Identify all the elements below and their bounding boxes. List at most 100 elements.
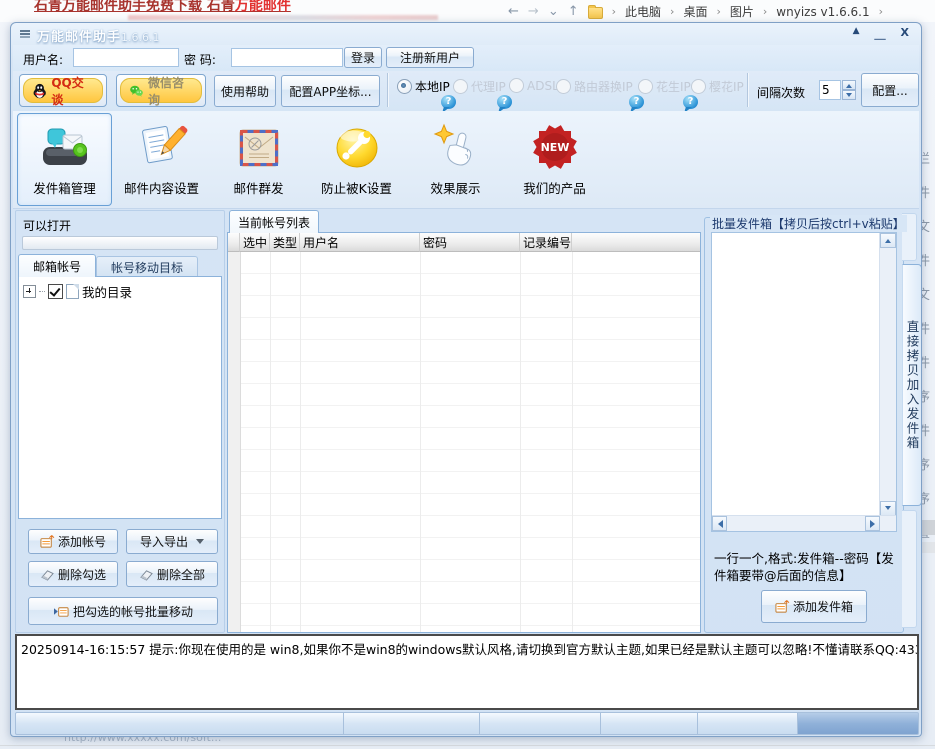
toolbar-item-effect-show[interactable]: 效果展示 — [408, 113, 503, 206]
help-button[interactable]: 使用帮助 — [214, 75, 276, 107]
radio-label: 花生IP — [656, 78, 691, 95]
tab-mailbox-accounts[interactable]: 邮箱帐号 — [18, 254, 96, 277]
status-log-box: 20250914-16:15:57 提示:你现在使用的是 win8,如果你不是w… — [15, 634, 919, 710]
scroll-down-icon[interactable] — [880, 501, 896, 516]
interval-input[interactable] — [819, 80, 841, 100]
column-header-password[interactable]: 密码 — [420, 233, 520, 252]
radio-icon — [397, 79, 412, 94]
batch-move-button[interactable]: 把勾选的帐号批量移动 — [28, 597, 218, 625]
radio-huasheng-ip[interactable]: 花生IP — [638, 78, 691, 95]
status-cell — [15, 712, 344, 735]
rollup-icon[interactable]: ▲ — [853, 26, 860, 42]
back-icon[interactable]: ← — [508, 4, 519, 19]
column-header-checked[interactable]: 选中 — [240, 233, 270, 252]
toolbar-item-mass-send[interactable]: 邮件群发 — [211, 113, 306, 206]
can-open-label: 可以打开 — [23, 217, 71, 234]
add-grid-icon — [775, 599, 790, 614]
scroll-right-icon[interactable] — [865, 516, 880, 531]
window-title: 万能邮件助手1.6.6.1 — [37, 26, 160, 45]
grid-line — [572, 252, 573, 632]
link-text-dark: 石青万能邮件助手免费下载 石青 — [34, 0, 235, 14]
minimize-icon[interactable]: ＿ — [875, 26, 886, 42]
crumb-separator: › — [879, 5, 883, 18]
wechat-button[interactable]: 微信咨询 — [116, 74, 206, 107]
radio-proxy-ip[interactable]: 代理IP — [453, 78, 506, 95]
toolbar-item-label: 邮件内容设置 — [124, 178, 199, 197]
qq-chat-label: QQ交谈 — [51, 74, 94, 108]
help-balloon-icon[interactable]: ? — [441, 95, 456, 109]
account-table[interactable]: 选中 类型 用户名 密码 记录编号 — [227, 232, 701, 633]
login-button[interactable]: 登录 — [344, 47, 382, 68]
vertical-scrollbar[interactable] — [879, 233, 896, 516]
column-header-filler — [572, 233, 700, 252]
delete-all-button[interactable]: 删除全部 — [126, 561, 218, 587]
tab-account-move-target[interactable]: 帐号移动目标 — [96, 256, 198, 277]
tab-current-account-list[interactable]: 当前帐号列表 — [229, 210, 319, 233]
radio-icon — [509, 78, 524, 93]
password-input[interactable] — [231, 48, 343, 67]
toolbar-item-mail-content[interactable]: 邮件内容设置 — [114, 113, 209, 206]
status-cell-active — [798, 712, 919, 735]
radio-router-ip[interactable]: 路由器换IP — [556, 78, 633, 95]
batch-outbox-textarea[interactable] — [711, 232, 897, 532]
username-input[interactable] — [73, 48, 179, 67]
app-coord-config-button[interactable]: 配置APP坐标... — [281, 75, 380, 107]
close-icon[interactable]: X — [901, 26, 909, 42]
breadcrumb-pictures[interactable]: 图片 — [730, 3, 754, 20]
toolbar-item-outbox-manage[interactable]: 发件箱管理 — [17, 113, 112, 206]
groupbox-title: 批量发件箱【拷贝后按ctrl+v粘贴】 — [710, 215, 907, 232]
up-icon[interactable]: ↑ — [568, 4, 579, 19]
import-export-button[interactable]: 导入导出 — [126, 529, 218, 554]
progress-bar — [22, 236, 218, 250]
breadcrumb-desktop[interactable]: 桌面 — [683, 3, 707, 20]
side-tab-direct-copy[interactable]: 直接拷贝加入发件箱 — [902, 264, 922, 506]
radio-icon — [556, 79, 571, 94]
register-button[interactable]: 注册新用户 — [386, 47, 474, 68]
help-balloon-icon[interactable]: ? — [683, 95, 698, 109]
forward-icon[interactable]: → — [528, 4, 539, 19]
config-button[interactable]: 配置... — [861, 73, 919, 107]
batch-outbox-panel: 批量发件箱【拷贝后按ctrl+v粘贴】 一行一个,格式:发件箱--密码【发件箱要… — [704, 210, 904, 633]
tree-expander-icon[interactable] — [23, 285, 36, 298]
help-balloon-icon[interactable]: ? — [629, 95, 644, 109]
background-page-link[interactable]: 石青万能邮件助手免费下载 石青万能邮件 — [34, 0, 291, 15]
breadcrumb-this-pc[interactable]: 此电脑 — [625, 3, 661, 20]
app-menu-icon[interactable] — [20, 30, 30, 32]
add-account-button[interactable]: 添加帐号 — [28, 529, 118, 554]
stepper-up-icon[interactable] — [842, 80, 856, 90]
add-grid-icon — [40, 534, 55, 549]
toolbar-item-label: 发件箱管理 — [33, 178, 96, 197]
background-blur-text — [128, 15, 438, 20]
title-bar[interactable]: 万能邮件助手1.6.6.1 ▲ ＿ X — [11, 23, 921, 45]
toolbar-item-our-products[interactable]: NEW 我们的产品 — [507, 113, 602, 206]
column-header-type[interactable]: 类型 — [270, 233, 300, 252]
table-body[interactable] — [228, 252, 700, 632]
grid-line — [270, 252, 271, 632]
add-outbox-button[interactable]: 添加发件箱 — [761, 590, 867, 623]
row-header-column — [228, 252, 241, 632]
column-header-record-id[interactable]: 记录编号 — [520, 233, 572, 252]
breadcrumb-folder[interactable]: wnyizs v1.6.6.1 — [776, 5, 869, 19]
stepper-down-icon[interactable] — [842, 90, 856, 100]
toolbar-item-anti-block[interactable]: 防止被K设置 — [309, 113, 404, 206]
tree-root-label[interactable]: 我的目录 — [82, 282, 132, 301]
qq-chat-button[interactable]: QQ交谈 — [19, 74, 107, 107]
radio-yinghua-ip[interactable]: 樱花IP — [691, 78, 744, 95]
help-balloon-icon[interactable]: ? — [497, 95, 512, 109]
radio-adsl[interactable]: ADSL — [509, 78, 559, 93]
tree-checkbox[interactable] — [48, 284, 63, 299]
scroll-left-icon[interactable] — [712, 516, 727, 531]
column-header-username[interactable]: 用户名 — [300, 233, 420, 252]
status-log-text[interactable]: 20250914-16:15:57 提示:你现在使用的是 win8,如果你不是w… — [21, 639, 913, 658]
history-dropdown-icon[interactable]: ⌄ — [548, 4, 559, 19]
username-label: 用户名: — [23, 51, 63, 68]
eraser-icon — [139, 568, 154, 581]
scroll-up-icon[interactable] — [880, 233, 896, 248]
account-tree[interactable]: 我的目录 — [18, 276, 222, 519]
wechat-pill: 微信咨询 — [120, 78, 202, 103]
tree-root-row[interactable]: 我的目录 — [19, 277, 221, 306]
delete-checked-button[interactable]: 删除勾选 — [28, 561, 118, 587]
radio-local-ip[interactable]: 本地IP — [397, 78, 450, 95]
batch-move-label: 把勾选的帐号批量移动 — [73, 603, 193, 620]
horizontal-scrollbar[interactable] — [712, 515, 896, 531]
